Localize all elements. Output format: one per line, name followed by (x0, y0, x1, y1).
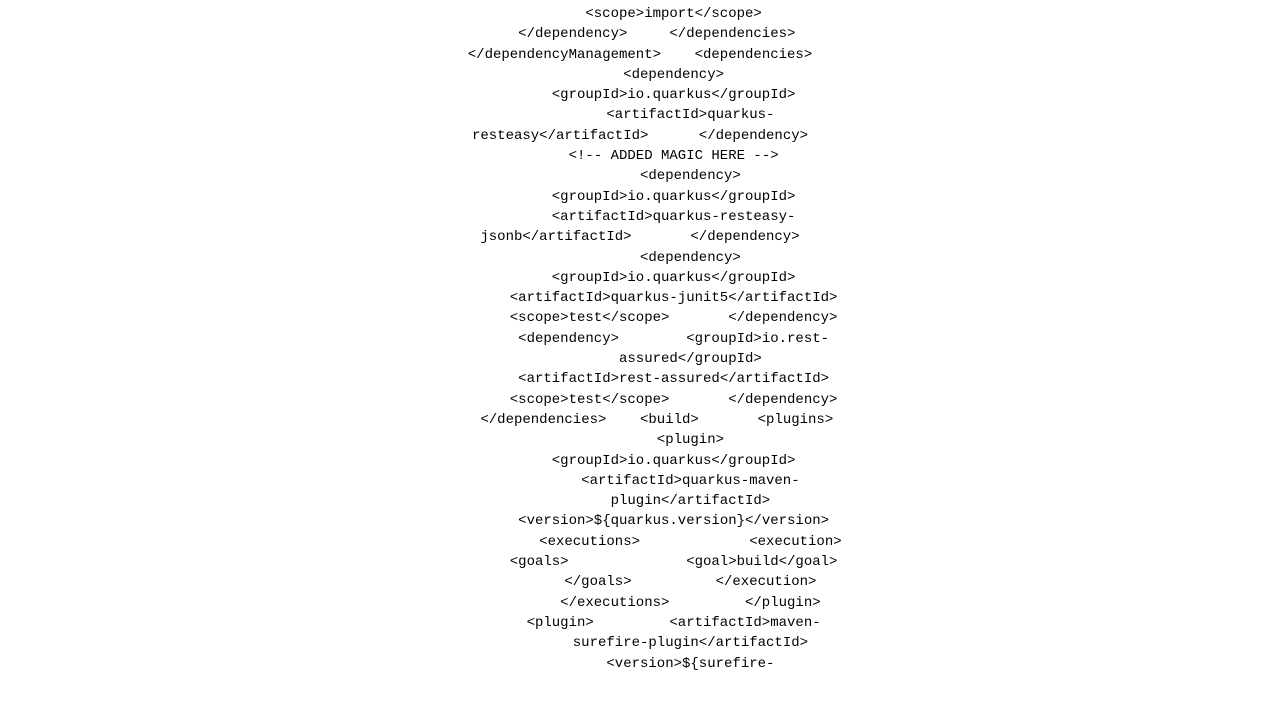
code-line-line28: <goals> <goal>build</goal> (0, 552, 1280, 572)
code-line-line6: <artifactId>quarkus- (0, 105, 1280, 125)
code-line-line32: surefire-plugin</artifactId> (0, 633, 1280, 653)
code-line-line10: <groupId>io.quarkus</groupId> (0, 187, 1280, 207)
code-line-line29: </goals> </execution> (0, 572, 1280, 592)
code-line-line25: plugin</artifactId> (0, 491, 1280, 511)
code-line-line12: jsonb</artifactId> </dependency> (0, 227, 1280, 247)
code-line-line13: <dependency> (0, 248, 1280, 268)
code-line-line9: <dependency> (0, 166, 1280, 186)
code-line-line2: </dependency> </dependencies> (0, 24, 1280, 44)
code-line-line7: resteasy</artifactId> </dependency> (0, 126, 1280, 146)
code-line-line3: </dependencyManagement> <dependencies> (0, 45, 1280, 65)
code-line-line26: <version>${quarkus.version}</version> (0, 511, 1280, 531)
code-line-line33: <version>${surefire- (0, 654, 1280, 674)
code-line-line4: <dependency> (0, 65, 1280, 85)
code-line-line24: <artifactId>quarkus-maven- (0, 471, 1280, 491)
code-line-line14: <groupId>io.quarkus</groupId> (0, 268, 1280, 288)
code-line-line16: <scope>test</scope> </dependency> (0, 308, 1280, 328)
code-line-line23: <groupId>io.quarkus</groupId> (0, 451, 1280, 471)
code-line-line20: <scope>test</scope> </dependency> (0, 390, 1280, 410)
code-line-line17: <dependency> <groupId>io.rest- (0, 329, 1280, 349)
code-line-line19: <artifactId>rest-assured</artifactId> (0, 369, 1280, 389)
code-line-line18: assured</groupId> (0, 349, 1280, 369)
code-block: <scope>import</scope> </dependency> </de… (0, 0, 1280, 678)
code-line-line21: </dependencies> <build> <plugins> (0, 410, 1280, 430)
code-line-line30: </executions> </plugin> (0, 593, 1280, 613)
code-line-line1: <scope>import</scope> (0, 4, 1280, 24)
code-line-line22: <plugin> (0, 430, 1280, 450)
code-line-line11: <artifactId>quarkus-resteasy- (0, 207, 1280, 227)
code-line-line31: <plugin> <artifactId>maven- (0, 613, 1280, 633)
code-line-line8: <!-- ADDED MAGIC HERE --> (0, 146, 1280, 166)
code-line-line5: <groupId>io.quarkus</groupId> (0, 85, 1280, 105)
code-line-line15: <artifactId>quarkus-junit5</artifactId> (0, 288, 1280, 308)
code-line-line27: <executions> <execution> (0, 532, 1280, 552)
